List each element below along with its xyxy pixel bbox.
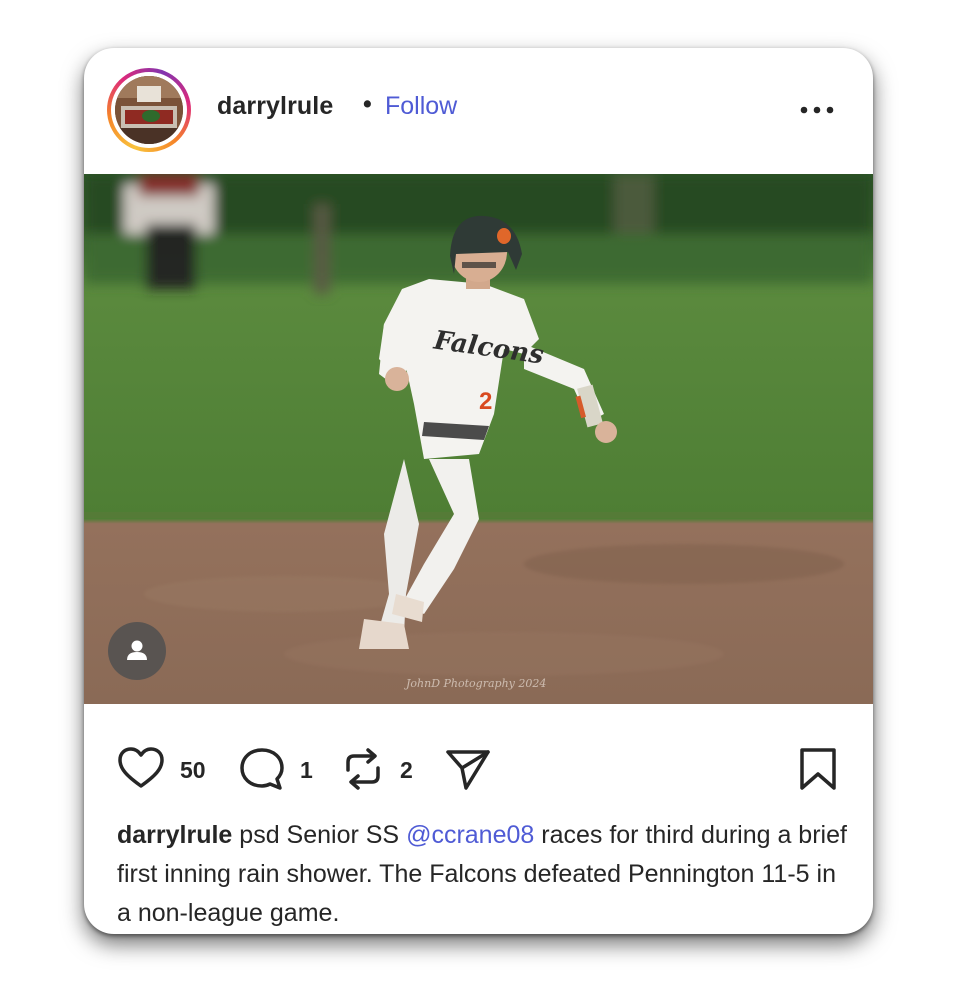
avatar [115,76,183,144]
post-header: darrylrule • Follow [84,48,873,174]
follow-button[interactable]: Follow [385,92,457,121]
separator-dot: • [363,90,372,118]
story-ring[interactable] [107,68,191,152]
comments-count[interactable]: 1 [300,757,313,784]
comment-bubble-icon[interactable] [238,746,286,797]
caption-username[interactable]: darrylrule [117,821,232,849]
bookmark-icon[interactable] [797,746,839,797]
more-options-icon[interactable] [794,92,840,128]
post-caption: darrylrule psd Senior SS @ccrane08 races… [117,816,847,933]
post-username[interactable]: darrylrule [217,92,333,121]
repost-icon[interactable] [340,746,386,797]
likes-count[interactable]: 50 [180,757,206,784]
reposts-count[interactable]: 2 [400,757,413,784]
photo-watermark: JohnD Photography 2024 [404,677,546,690]
jersey-number: 2 [479,388,492,415]
send-icon[interactable] [444,746,492,797]
user-tag-icon[interactable] [108,622,166,680]
caption-mention[interactable]: @ccrane08 [406,821,534,849]
post-photo[interactable]: Falcons 2 JohnD Photography 2024 [84,174,873,704]
post-card: darrylrule • Follow Falcons 2 JohnD Phot… [84,48,873,934]
post-actions: 50 1 2 [84,704,873,814]
caption-text-before: psd Senior SS [232,821,407,849]
like-icon[interactable] [117,746,165,795]
